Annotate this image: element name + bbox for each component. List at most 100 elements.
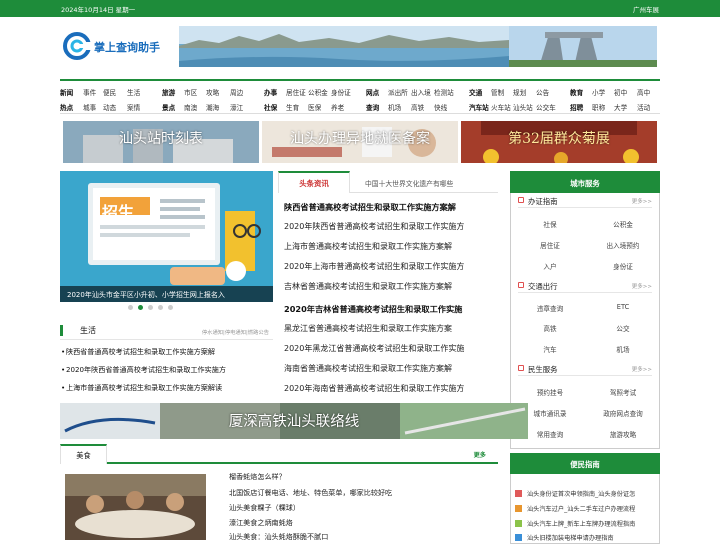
nav-category[interactable]: 办事: [264, 87, 277, 97]
nav-link[interactable]: 管制: [491, 87, 504, 97]
news-item[interactable]: 2020年上海市普通高校考试招生和录取工作实施方: [284, 261, 496, 275]
nav-category[interactable]: 热点: [60, 102, 73, 112]
tab-food[interactable]: 美食: [60, 444, 107, 464]
life-list-item[interactable]: • 陕西省普通高校考试招生和录取工作实施方案解: [60, 347, 273, 361]
nav-link[interactable]: 潮海: [206, 102, 219, 112]
nav-link[interactable]: 市区: [184, 87, 197, 97]
nav-link[interactable]: 汕头站: [513, 102, 533, 112]
food-link[interactable]: 榴香蚝烙怎么样？: [229, 472, 499, 486]
guide-item[interactable]: 汕头汽车上牌_新车上车牌办理流程指南: [515, 518, 660, 531]
nav-category[interactable]: 社保: [264, 102, 277, 112]
nav-category[interactable]: 景点: [162, 102, 175, 112]
auto-show-link[interactable]: 广州车展: [633, 4, 659, 14]
service-link[interactable]: 旅游攻略: [593, 429, 653, 439]
service-link[interactable]: 社保: [520, 219, 580, 229]
slider-caption[interactable]: 2020年汕头市金平区小升初、小学招生网上报名入: [60, 286, 273, 302]
service-link[interactable]: 驾照考试: [593, 387, 653, 397]
service-link[interactable]: 公交: [593, 323, 653, 333]
life-meta-links[interactable]: 停水通知|停电通知|燃路公告: [202, 328, 269, 336]
site-logo[interactable]: 掌上查询助手: [62, 28, 172, 64]
nav-category[interactable]: 教育: [570, 87, 583, 97]
food-link[interactable]: 濠江美食之炳南蚝烙: [229, 518, 499, 532]
nav-link[interactable]: 职称: [592, 102, 605, 112]
life-list-item[interactable]: • 2020年陕西省普通高校考试招生和录取工作实施方: [60, 365, 273, 379]
nav-link[interactable]: 公告: [536, 87, 549, 97]
nav-link[interactable]: 居住证: [286, 87, 306, 97]
nav-category[interactable]: 新闻: [60, 87, 73, 97]
nav-link[interactable]: 南澳: [184, 102, 197, 112]
nav-link[interactable]: 身份证: [331, 87, 351, 97]
guide-item[interactable]: 汕头身份证首次申领指南_汕头身份证怎: [515, 488, 660, 501]
service-link[interactable]: 机场: [593, 344, 653, 354]
slider-dot[interactable]: [128, 305, 133, 310]
guide-item[interactable]: 汕头旧楼加装电梯申请办理指南: [515, 532, 660, 545]
service-link[interactable]: 出入境预约: [593, 240, 653, 250]
nav-link[interactable]: 火车站: [491, 102, 511, 112]
nav-link[interactable]: 公交车: [536, 102, 556, 112]
more-link[interactable]: 更多>>: [632, 197, 652, 205]
service-link[interactable]: 政府网点查询: [593, 408, 653, 418]
nav-link[interactable]: 事件: [83, 87, 96, 97]
news-item[interactable]: 海南省普通高校考试招生和录取工作实施方案解: [284, 363, 496, 377]
service-link[interactable]: 入户: [520, 261, 580, 271]
food-link[interactable]: 北国饭店订餐电话、地址、特色菜单，哪家比较好吃: [229, 488, 499, 502]
nav-link[interactable]: 便民: [103, 87, 116, 97]
news-headline[interactable]: 陕西省普通高校考试招生和录取工作实施方案解: [284, 201, 496, 215]
nav-category[interactable]: 交通: [469, 87, 482, 97]
nav-link[interactable]: 生育: [286, 102, 299, 112]
nav-link[interactable]: 公积金: [308, 87, 328, 97]
service-link[interactable]: 违章查询: [520, 303, 580, 313]
nav-link[interactable]: 高中: [637, 87, 650, 97]
nav-link[interactable]: 小学: [592, 87, 605, 97]
nav-link[interactable]: 濠江: [230, 102, 243, 112]
slider-dot[interactable]: [158, 305, 163, 310]
food-link[interactable]: 汕头美食粿子（粿球）: [229, 503, 499, 517]
featured-slider[interactable]: 招生 2020年汕头市金平区小升初、小学招生网上报名入: [60, 171, 273, 302]
nav-link[interactable]: 规划: [513, 87, 526, 97]
service-link[interactable]: ETC: [593, 303, 653, 311]
food-link[interactable]: 汕头美食：汕头蚝烙酥脆不腻口: [229, 532, 499, 546]
service-link[interactable]: 城市通讯录: [520, 408, 580, 418]
nav-link[interactable]: 高铁: [411, 102, 424, 112]
nav-link[interactable]: 检测站: [434, 87, 454, 97]
nav-link[interactable]: 派出所: [388, 87, 408, 97]
nav-link[interactable]: 城事: [83, 102, 96, 112]
news-headline[interactable]: 2020年吉林省普通高校考试招生和录取工作实施: [284, 303, 496, 317]
nav-link[interactable]: 生活: [127, 87, 140, 97]
nav-category[interactable]: 旅游: [162, 87, 175, 97]
service-link[interactable]: 居住证: [520, 240, 580, 250]
nav-link[interactable]: 案情: [127, 102, 140, 112]
nav-link[interactable]: 活动: [637, 102, 650, 112]
nav-category[interactable]: 网点: [366, 87, 379, 97]
guide-item[interactable]: 汕头汽车过户_汕头二手车过户办理流程: [515, 503, 660, 516]
nav-category[interactable]: 查询: [366, 102, 379, 112]
food-photo[interactable]: [65, 474, 206, 540]
service-link[interactable]: 公积金: [593, 219, 653, 229]
news-item[interactable]: 2020年陕西省普通高校考试招生和录取工作实施方: [284, 221, 496, 235]
nav-category[interactable]: 招聘: [570, 102, 583, 112]
service-link[interactable]: 常用查询: [520, 429, 580, 439]
nav-link[interactable]: 快线: [434, 102, 447, 112]
tab-headlines[interactable]: 头条资讯: [278, 171, 350, 193]
life-list-item[interactable]: • 上海市普通高校考试招生和录取工作实施方案解读: [60, 383, 273, 397]
news-item[interactable]: 2020年黑龙江省普通高校考试招生和录取工作实施: [284, 343, 496, 357]
service-link[interactable]: 汽车: [520, 344, 580, 354]
nav-link[interactable]: 养老: [331, 102, 344, 112]
news-item[interactable]: 吉林省普通高校考试招生和录取工作实施方案解: [284, 281, 496, 295]
nav-link[interactable]: 周边: [230, 87, 243, 97]
slider-dot[interactable]: [168, 305, 173, 310]
more-link[interactable]: 更多>>: [632, 365, 652, 373]
nav-category[interactable]: 汽车站: [469, 102, 489, 112]
service-link[interactable]: 身份证: [593, 261, 653, 271]
promo-medical-record[interactable]: 汕头办理异地就医备案: [262, 121, 458, 163]
more-link[interactable]: 更多>>: [632, 282, 652, 290]
news-item[interactable]: 黑龙江省普通高校考试招生和录取工作实施方案: [284, 323, 496, 337]
promo-chrysanthemum-show[interactable]: 第32届群众菊展: [461, 121, 657, 163]
header-banner[interactable]: [179, 26, 657, 67]
railway-banner[interactable]: 厦深高铁汕头联络线: [60, 403, 528, 439]
service-link[interactable]: 高铁: [520, 323, 580, 333]
service-link[interactable]: 预约挂号: [520, 387, 580, 397]
nav-link[interactable]: 出入境: [411, 87, 431, 97]
nav-link[interactable]: 初中: [614, 87, 627, 97]
news-item[interactable]: 2020年海南省普通高校考试招生和录取工作实施方: [284, 383, 496, 397]
